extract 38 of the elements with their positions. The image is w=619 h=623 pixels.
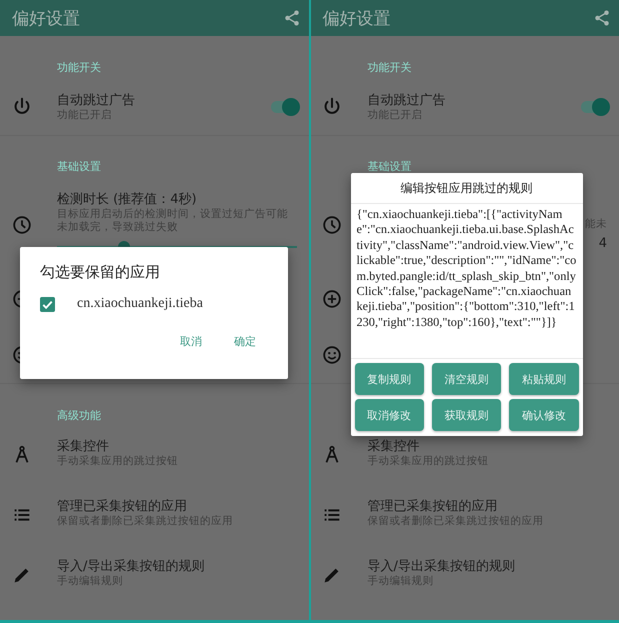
setting-title: 采集控件 bbox=[368, 438, 420, 455]
dialog-button[interactable]: 复制规则 bbox=[354, 363, 424, 395]
setting-title: 管理已采集按钮的应用 bbox=[368, 498, 498, 515]
slider-value: 4 bbox=[598, 236, 607, 251]
dialog-button[interactable]: 确认修改 bbox=[509, 399, 578, 431]
section-header: 基础设置 bbox=[57, 160, 101, 174]
section-header: 高级功能 bbox=[57, 409, 101, 423]
dialog-button[interactable]: 清空规则 bbox=[432, 363, 502, 395]
dialog-button[interactable]: 取消修改 bbox=[354, 399, 424, 431]
dialog-title: 勾选要保留的应用 bbox=[40, 263, 161, 282]
app-title: 偏好设置 bbox=[322, 8, 390, 30]
toggle-switch[interactable] bbox=[581, 100, 607, 112]
toggle-switch[interactable] bbox=[270, 100, 296, 112]
setting-title: 管理已采集按钮的应用 bbox=[57, 498, 188, 515]
checkbox[interactable] bbox=[40, 296, 55, 312]
setting-title: 导入/导出采集按钮的规则 bbox=[57, 558, 206, 575]
app-title: 偏好设置 bbox=[12, 8, 80, 30]
setting-title: 导入/导出采集按钮的规则 bbox=[368, 558, 516, 575]
setting-title: 自动跳过广告 bbox=[57, 92, 136, 108]
section-header: 功能开关 bbox=[368, 61, 412, 75]
share-icon[interactable] bbox=[282, 9, 300, 27]
dialog-button[interactable]: 确定 bbox=[222, 330, 268, 353]
dialog-button[interactable]: 取消 bbox=[168, 330, 214, 353]
app-package-name: cn.xiaochuankeji.tieba bbox=[77, 296, 203, 312]
share-icon[interactable] bbox=[593, 9, 611, 27]
rules-text-field[interactable]: {"cn.xiaochuankeji.tieba":[{"activityName":"cn.xiaochuankeji.tieba.ui.base.SplashActivity","className":"android.view.View","clickable":true,"description":"","idName":"com.byted.pangle:id/tt_splash_skip_btn","onlyClick":false,"packageName":"cn.xiaochuankeji.tieba","position":{"bottom":310,"left":1230,"right":1380,"top":160},"text":""}]} bbox=[350, 204, 582, 359]
section-header: 基础设置 bbox=[368, 160, 412, 174]
setting-title: 自动跳过广告 bbox=[368, 92, 446, 108]
setting-title: 采集控件 bbox=[57, 438, 110, 455]
clock-icon bbox=[10, 214, 32, 236]
dialog-title: 编辑按钮应用跳过的规则 bbox=[350, 173, 582, 204]
section-header: 功能开关 bbox=[57, 61, 101, 75]
dialog-button[interactable]: 获取规则 bbox=[432, 399, 502, 431]
plus-circle-icon bbox=[321, 288, 343, 310]
smiley-icon bbox=[321, 344, 343, 366]
setting-title: 检测时长 (推荐值：4秒) bbox=[57, 190, 198, 208]
dialog-button[interactable]: 粘贴规则 bbox=[509, 363, 578, 395]
clock-icon bbox=[321, 214, 343, 236]
